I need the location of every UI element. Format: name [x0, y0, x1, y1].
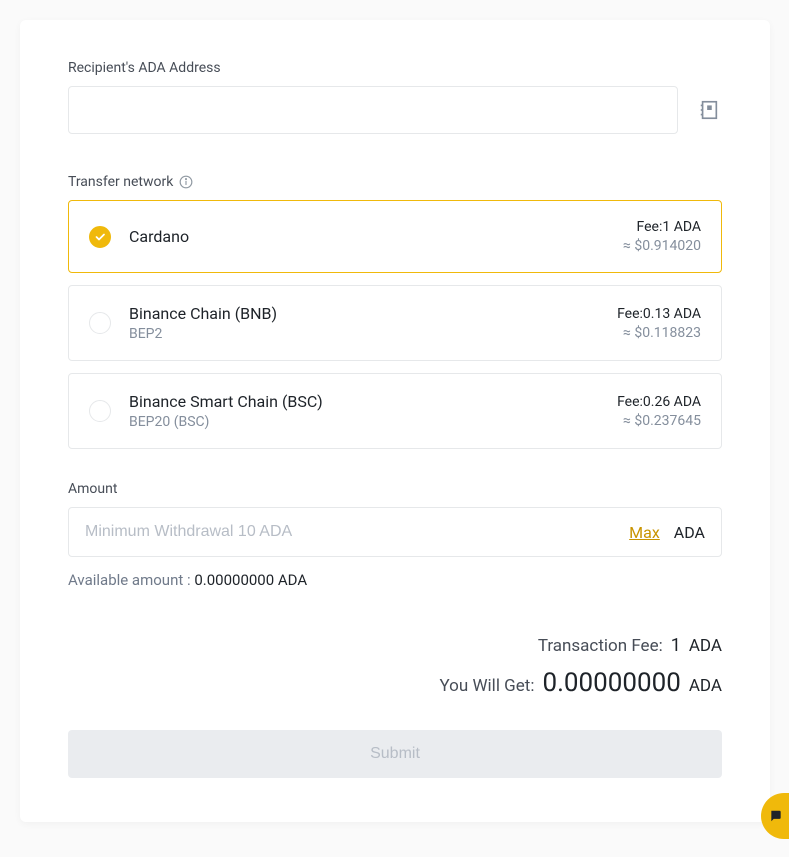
transfer-network-label-text: Transfer network — [68, 174, 173, 190]
network-fee-usd: ≈ $0.237645 — [617, 413, 701, 429]
network-option-cardano[interactable]: Cardano Fee:1 ADA ≈ $0.914020 — [68, 200, 722, 273]
radio-unchecked-icon — [89, 400, 111, 422]
amount-section: Amount Max ADA Available amount : 0.0000… — [68, 481, 722, 589]
available-amount-value: 0.00000000 ADA — [194, 571, 307, 589]
transaction-fee-label: Transaction Fee: — [538, 636, 663, 656]
radio-checked-icon — [89, 226, 111, 248]
network-name: Cardano — [129, 227, 189, 246]
network-name-col: Cardano — [129, 227, 189, 246]
network-fee-col: Fee:0.13 ADA ≈ $0.118823 — [617, 306, 701, 341]
network-fee-usd: ≈ $0.914020 — [623, 238, 701, 254]
network-option-bnb[interactable]: Binance Chain (BNB) BEP2 Fee:0.13 ADA ≈ … — [68, 285, 722, 361]
transfer-network-label: Transfer network — [68, 174, 722, 190]
amount-input-row: Max ADA — [68, 507, 722, 557]
network-name: Binance Smart Chain (BSC) — [129, 392, 323, 411]
transaction-fee-unit: ADA — [689, 636, 722, 656]
available-amount-row: Available amount : 0.00000000 ADA — [68, 571, 722, 589]
network-fee: Fee:0.13 ADA — [617, 306, 701, 322]
address-book-icon[interactable] — [696, 97, 722, 123]
you-will-get-label: You Will Get: — [440, 676, 535, 696]
info-icon[interactable] — [179, 175, 193, 189]
network-name: Binance Chain (BNB) — [129, 304, 277, 323]
summary-section: Transaction Fee: 1 ADA You Will Get: 0.0… — [68, 635, 722, 698]
submit-button[interactable]: Submit — [68, 730, 722, 778]
network-fee-col: Fee:1 ADA ≈ $0.914020 — [623, 219, 701, 254]
amount-label: Amount — [68, 481, 722, 497]
you-will-get-unit: ADA — [689, 676, 722, 696]
network-name-col: Binance Smart Chain (BSC) BEP20 (BSC) — [129, 392, 323, 430]
you-will-get-row: You Will Get: 0.00000000 ADA — [440, 668, 722, 698]
transaction-fee-row: Transaction Fee: 1 ADA — [538, 635, 722, 656]
network-fee-col: Fee:0.26 ADA ≈ $0.237645 — [617, 394, 701, 429]
network-option-bsc[interactable]: Binance Smart Chain (BSC) BEP20 (BSC) Fe… — [68, 373, 722, 449]
recipient-address-input[interactable] — [68, 86, 678, 134]
network-sub: BEP20 (BSC) — [129, 414, 323, 430]
max-button[interactable]: Max — [629, 523, 660, 542]
network-name-col: Binance Chain (BNB) BEP2 — [129, 304, 277, 342]
network-fee-usd: ≈ $0.118823 — [617, 325, 701, 341]
radio-unchecked-icon — [89, 312, 111, 334]
network-sub: BEP2 — [129, 326, 277, 342]
network-fee: Fee:0.26 ADA — [617, 394, 701, 410]
you-will-get-value: 0.00000000 — [542, 668, 680, 698]
network-fee: Fee:1 ADA — [623, 219, 701, 235]
recipient-address-label: Recipient's ADA Address — [68, 60, 722, 76]
amount-currency: ADA — [674, 523, 705, 542]
transaction-fee-value: 1 — [671, 635, 681, 656]
recipient-address-row — [68, 86, 722, 134]
amount-input[interactable] — [85, 523, 615, 541]
withdraw-form-card: Recipient's ADA Address Transfer network — [20, 20, 770, 822]
network-option-list: Cardano Fee:1 ADA ≈ $0.914020 Binance Ch… — [68, 200, 722, 449]
available-amount-label: Available amount : — [68, 571, 194, 589]
